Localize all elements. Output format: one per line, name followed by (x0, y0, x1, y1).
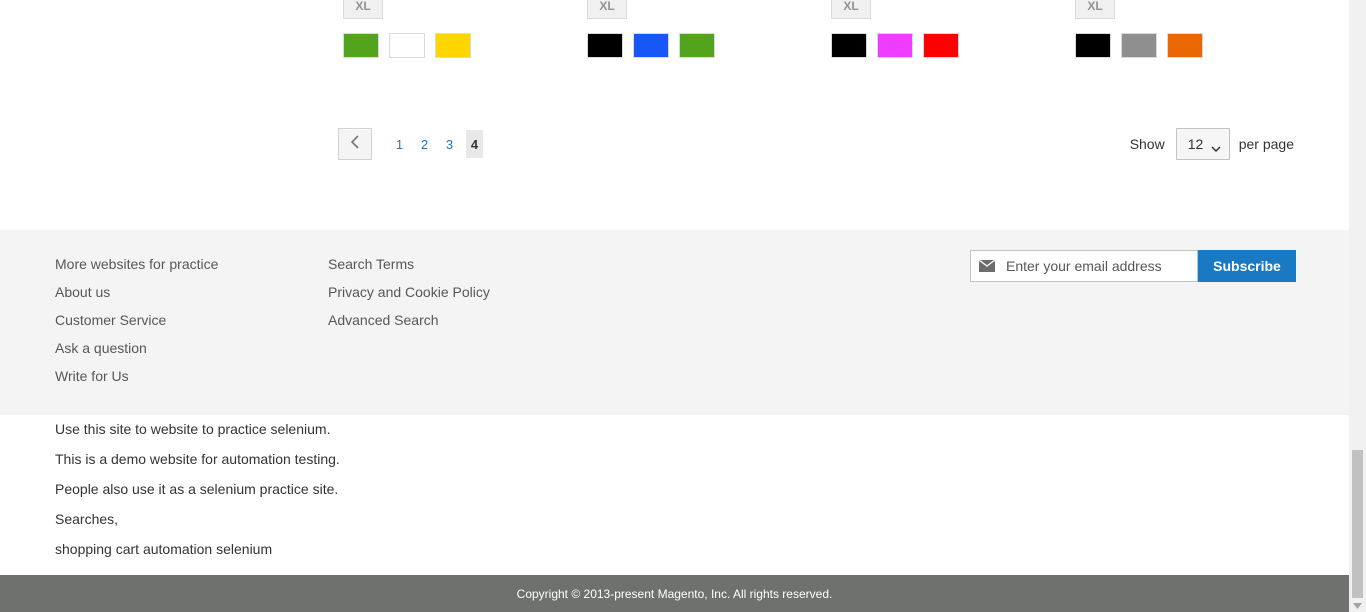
product-item: XL (1075, 0, 1295, 70)
scroll-down-arrow-icon[interactable] (1353, 602, 1362, 610)
seo-line: Searches, (55, 511, 119, 527)
page-link[interactable]: 1 (387, 137, 412, 152)
color-swatch[interactable] (831, 33, 867, 58)
newsletter-form: Enter your email address Subscribe (970, 250, 1296, 282)
seo-line: People also use it as a selenium practic… (55, 481, 339, 497)
color-swatches (831, 33, 959, 58)
pagination: 1 2 3 4 (338, 128, 483, 160)
page: XL XL XL XL 1 2 3 4 Show 12 per page Mor… (0, 0, 1349, 612)
product-item: XL (831, 0, 1051, 70)
seo-line: This is a demo website for automation te… (55, 451, 340, 467)
previous-page-button[interactable] (338, 128, 372, 160)
footer-link-privacy-policy[interactable]: Privacy and Cookie Policy (328, 278, 490, 306)
color-swatch[interactable] (679, 33, 715, 58)
color-swatch[interactable] (877, 33, 913, 58)
color-swatch[interactable] (1075, 33, 1111, 58)
page-link[interactable]: 3 (437, 137, 462, 152)
footer-link-search-terms[interactable]: Search Terms (328, 250, 490, 278)
newsletter-email-field[interactable]: Enter your email address (970, 250, 1198, 282)
email-placeholder: Enter your email address (1006, 258, 1162, 274)
per-page-select[interactable]: 12 (1175, 128, 1230, 160)
color-swatches (1075, 33, 1203, 58)
per-page-value: 12 (1187, 136, 1204, 152)
footer-links-secondary: Search Terms Privacy and Cookie Policy A… (328, 250, 490, 334)
color-swatch[interactable] (343, 33, 379, 58)
copyright-bar: Copyright © 2013-present Magento, Inc. A… (0, 575, 1349, 612)
color-swatch[interactable] (587, 33, 623, 58)
seo-line: shopping cart automation selenium (55, 541, 273, 557)
product-item: XL (343, 0, 563, 70)
color-swatch[interactable] (923, 33, 959, 58)
size-swatch[interactable]: XL (1075, 0, 1115, 19)
envelope-icon (979, 260, 995, 272)
scrollbar-thumb[interactable] (1352, 450, 1363, 598)
vertical-scrollbar[interactable] (1349, 0, 1366, 612)
seo-line: Use this site to website to practice sel… (55, 421, 331, 437)
limiter-label: Show (1129, 136, 1165, 152)
color-swatch[interactable] (1121, 33, 1157, 58)
footer-links-primary: More websites for practice About us Cust… (55, 250, 218, 390)
footer-link-advanced-search[interactable]: Advanced Search (328, 306, 490, 334)
product-item: XL (587, 0, 807, 70)
footer-link-customer-service[interactable]: Customer Service (55, 306, 218, 334)
limiter: Show 12 per page (1130, 128, 1294, 160)
color-swatches (587, 33, 715, 58)
color-swatch[interactable] (1167, 33, 1203, 58)
color-swatches (343, 33, 471, 58)
size-swatch[interactable]: XL (831, 0, 871, 19)
footer: More websites for practice About us Cust… (0, 230, 1349, 415)
subscribe-button[interactable]: Subscribe (1198, 250, 1296, 282)
size-swatch[interactable]: XL (587, 0, 627, 19)
chevron-down-icon (1211, 140, 1221, 156)
copyright-text: Copyright © 2013-present Magento, Inc. A… (516, 586, 833, 601)
footer-link-write-for-us[interactable]: Write for Us (55, 362, 218, 390)
size-swatch[interactable]: XL (343, 0, 383, 19)
current-page: 4 (466, 130, 483, 158)
page-link[interactable]: 2 (412, 137, 437, 152)
color-swatch[interactable] (389, 33, 425, 58)
limiter-suffix: per page (1238, 136, 1294, 152)
chevron-left-icon (350, 134, 360, 154)
seo-text: Use this site to website to practice sel… (55, 414, 340, 564)
footer-link-ask-question[interactable]: Ask a question (55, 334, 218, 362)
color-swatch[interactable] (633, 33, 669, 58)
footer-link-about-us[interactable]: About us (55, 278, 218, 306)
footer-link-more-websites[interactable]: More websites for practice (55, 250, 218, 278)
color-swatch[interactable] (435, 33, 471, 58)
